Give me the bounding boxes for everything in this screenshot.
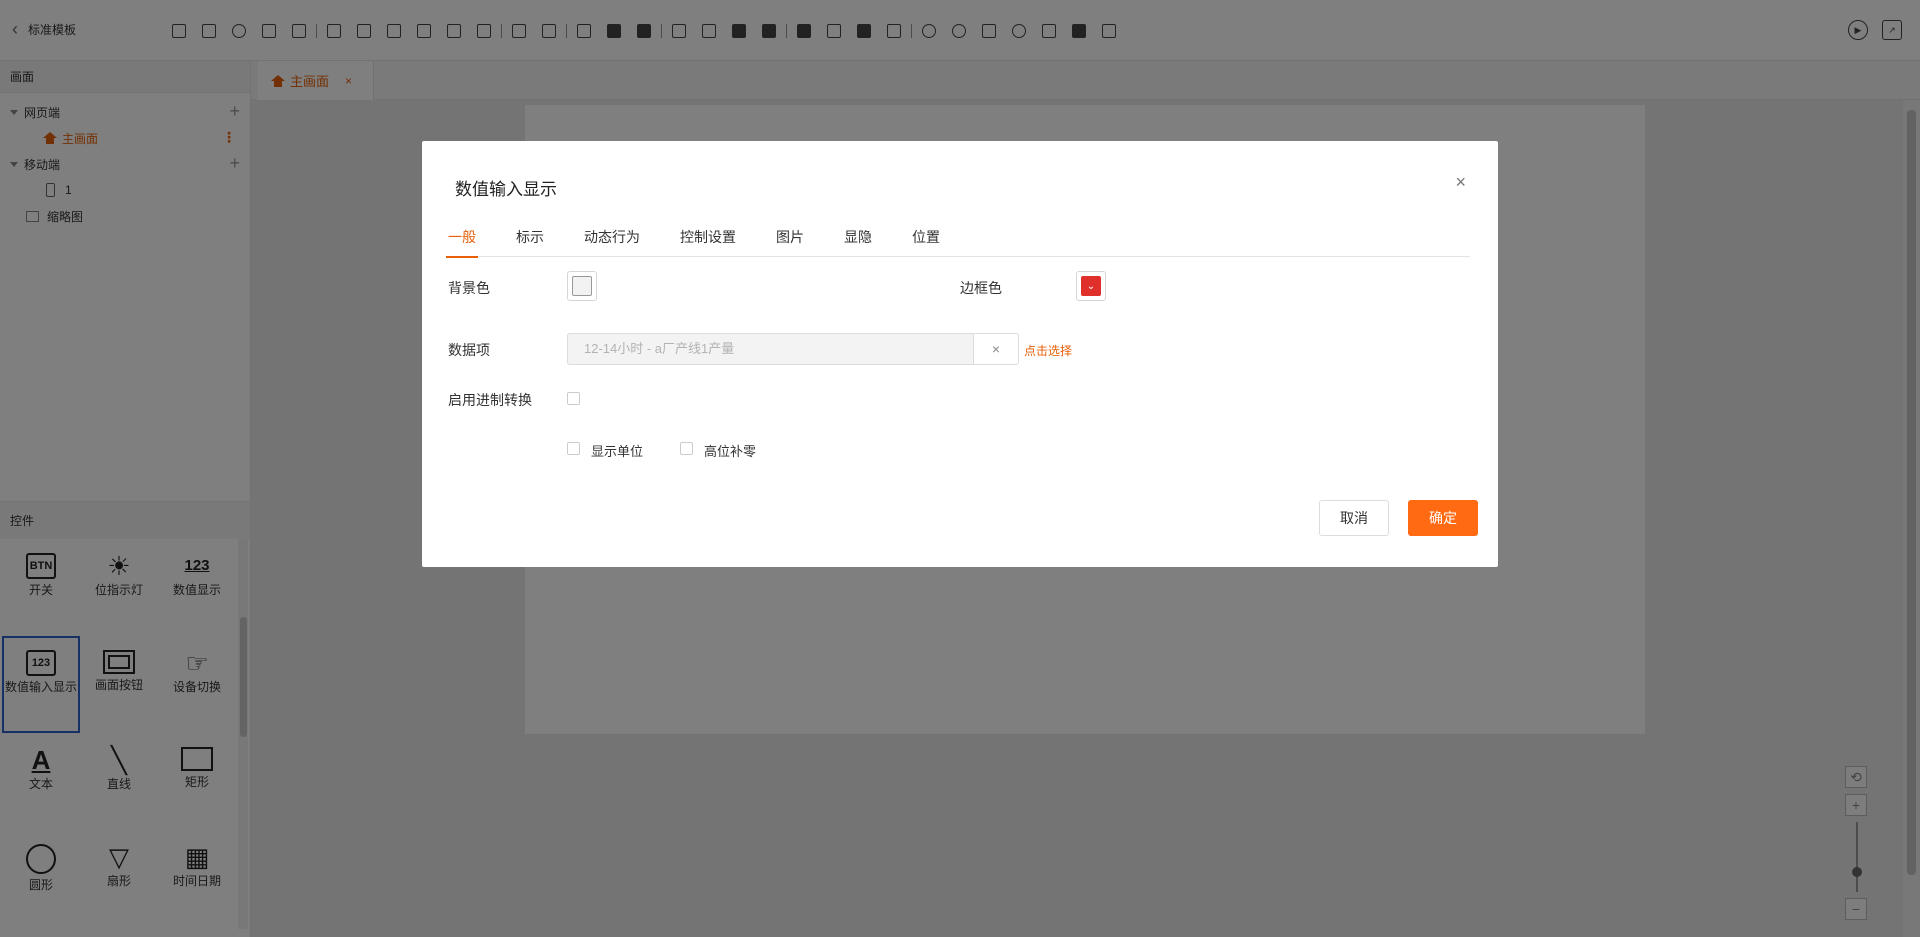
confirm-button[interactable]: 确定 xyxy=(1408,500,1478,536)
zero-pad-label: 高位补零 xyxy=(704,444,757,459)
show-unit-label: 显示单位 xyxy=(591,444,644,459)
tab-image[interactable]: 图片 xyxy=(776,225,804,257)
border-color-label: 边框色 xyxy=(960,280,1002,296)
bg-color-swatch xyxy=(572,276,592,296)
data-item-label: 数据项 xyxy=(448,342,490,358)
tab-visibility[interactable]: 显隐 xyxy=(844,225,872,257)
border-color-picker[interactable]: ⌄ xyxy=(1076,271,1106,301)
close-icon[interactable]: × xyxy=(1455,173,1466,191)
show-unit-checkbox[interactable] xyxy=(567,442,580,455)
tab-control-settings[interactable]: 控制设置 xyxy=(680,225,736,257)
zero-pad-checkbox[interactable] xyxy=(680,442,693,455)
dialog-title: 数值输入显示 xyxy=(455,180,557,199)
data-item-field[interactable]: 12-14小时 - a厂产线1产量 xyxy=(567,333,974,365)
pick-data-link[interactable]: 点击选择 xyxy=(1024,342,1072,359)
clear-icon[interactable]: × xyxy=(974,333,1019,365)
tab-general[interactable]: 一般 xyxy=(446,225,478,258)
tab-position[interactable]: 位置 xyxy=(912,225,940,257)
tab-label[interactable]: 标示 xyxy=(516,225,544,257)
radix-convert-label: 启用进制转换 xyxy=(448,392,532,408)
bg-color-picker[interactable] xyxy=(567,271,597,301)
dialog-tabs: 一般 标示 动态行为 控制设置 图片 显隐 位置 xyxy=(446,225,1470,258)
chevron-down-icon: ⌄ xyxy=(1081,276,1101,296)
bg-color-label: 背景色 xyxy=(448,280,490,296)
cancel-button[interactable]: 取消 xyxy=(1319,500,1389,536)
tab-dynamic[interactable]: 动态行为 xyxy=(584,225,640,257)
radix-convert-checkbox[interactable] xyxy=(567,392,580,405)
number-input-dialog: 数值输入显示 × 一般 标示 动态行为 控制设置 图片 显隐 位置 背景色 边框… xyxy=(422,141,1498,567)
